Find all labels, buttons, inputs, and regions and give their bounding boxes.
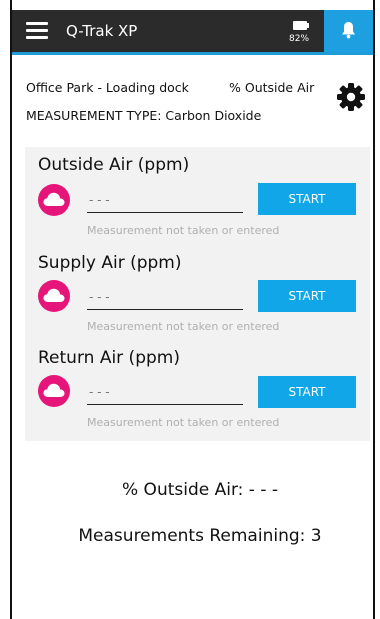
cloud-icon bbox=[43, 192, 65, 206]
alerts-button[interactable] bbox=[324, 10, 373, 52]
location-label: Office Park - Loading dock bbox=[26, 80, 189, 95]
bell-icon bbox=[342, 22, 355, 39]
app-screen: Q-Trak XP 82% Office Park - Loading dock… bbox=[0, 0, 380, 619]
gear-icon[interactable] bbox=[336, 82, 366, 112]
battery-status: 82% bbox=[289, 17, 319, 49]
percent-outside-air-result: % Outside Air: - - - bbox=[122, 480, 278, 500]
supply-air-input[interactable] bbox=[87, 284, 243, 310]
battery-percent: 82% bbox=[289, 34, 310, 44]
measurement-type: MEASUREMENT TYPE: Carbon Dioxide bbox=[26, 108, 262, 123]
battery-icon bbox=[293, 21, 307, 30]
hamburger-menu-icon[interactable] bbox=[26, 22, 48, 40]
section-title-supply-air: Supply Air (ppm) bbox=[38, 253, 182, 273]
section-title-outside-air: Outside Air (ppm) bbox=[38, 155, 190, 175]
cloud-button-supply-air[interactable] bbox=[38, 280, 70, 312]
start-button-return-air[interactable]: START bbox=[258, 376, 356, 408]
measurements-remaining: Measurements Remaining: 3 bbox=[78, 526, 322, 546]
app-title: Q-Trak XP bbox=[66, 22, 138, 40]
status-hint-supply-air: Measurement not taken or entered bbox=[87, 320, 280, 333]
status-hint-outside-air: Measurement not taken or entered bbox=[87, 224, 280, 237]
cloud-icon bbox=[43, 383, 65, 397]
cloud-icon bbox=[43, 288, 65, 302]
return-air-input[interactable] bbox=[87, 379, 243, 405]
app-bar-accent bbox=[12, 52, 373, 55]
cloud-button-return-air[interactable] bbox=[38, 375, 70, 407]
status-hint-return-air: Measurement not taken or entered bbox=[87, 416, 280, 429]
section-title-return-air: Return Air (ppm) bbox=[38, 348, 180, 368]
measurement-card: Outside Air (ppm) START Measurement not … bbox=[25, 147, 370, 441]
calculation-type: % Outside Air bbox=[229, 80, 315, 95]
app-bar: Q-Trak XP 82% bbox=[12, 10, 373, 52]
outside-air-input[interactable] bbox=[87, 187, 243, 213]
start-button-outside-air[interactable]: START bbox=[258, 183, 356, 215]
cloud-button-outside-air[interactable] bbox=[38, 184, 70, 216]
battery-tip bbox=[307, 23, 309, 28]
start-button-supply-air[interactable]: START bbox=[258, 280, 356, 312]
